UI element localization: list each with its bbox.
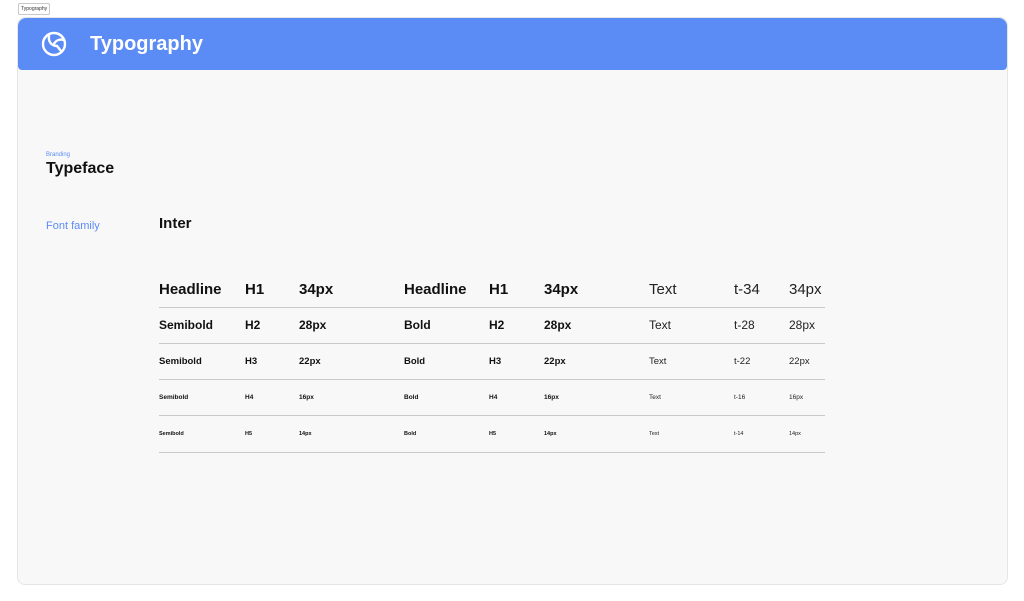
text-size: 34px [789,281,822,298]
section-title: Typeface [46,160,115,177]
page-title: Typography [90,33,203,55]
semibold-size: 34px [299,281,334,298]
type-row-h4: Semibold H4 16px Bold H4 16px Text t-16 … [159,380,825,416]
bold-level: H5 [489,431,497,437]
bold-style-name: Bold [404,431,417,437]
semibold-style-name: Semibold [159,318,214,332]
bold-size: 16px [544,394,559,401]
bold-level: H4 [489,394,498,401]
type-row-h1: Headline H1 34px Headline H1 34px Text t… [159,272,825,308]
semibold-size: 14px [299,431,312,437]
text-style-name: Text [649,394,661,401]
semibold-size: 16px [299,394,314,401]
text-size: 16px [789,394,804,401]
bold-level: H2 [489,318,505,332]
semibold-level: H4 [245,394,254,401]
leaf-in-circle-icon [41,31,67,57]
typography-canvas: Typography Branding Typeface Font family… [17,17,1008,585]
semibold-style-name: Headline [159,281,222,298]
semibold-level: H5 [245,431,253,437]
bold-level: H1 [489,281,509,298]
frame-name-tag[interactable]: Typography [18,3,51,15]
text-style-name: Text [649,318,672,332]
page-header: Typography [18,18,1007,70]
bold-style-name: Headline [404,281,467,298]
type-row-h2: Semibold H2 28px Bold H2 28px Text t-28 … [159,308,825,344]
bold-size: 34px [544,281,579,298]
text-style-name: Text [649,431,660,437]
semibold-size: 22px [299,356,321,367]
bold-level: H3 [489,356,502,367]
font-family-label: Font family [46,220,100,232]
text-style-name: Text [649,356,667,367]
text-token: t-28 [734,318,755,332]
bold-style-name: Bold [404,394,419,401]
type-row-h3: Semibold H3 22px Bold H3 22px Text t-22 … [159,344,825,380]
type-row-h5: Semibold H5 14px Bold H5 14px Text t-14 … [159,416,825,453]
bold-size: 28px [544,318,572,332]
semibold-level: H3 [245,356,258,367]
bold-size: 22px [544,356,566,367]
bold-style-name: Bold [404,318,431,332]
text-size: 22px [789,356,810,367]
text-token: t-16 [734,394,746,401]
bold-size: 14px [544,431,557,437]
bold-style-name: Bold [404,356,426,367]
text-size: 28px [789,318,816,332]
text-token: t-22 [734,356,751,367]
semibold-style-name: Semibold [159,431,184,437]
font-family-value: Inter [159,215,192,232]
section-eyebrow: Branding [46,152,71,158]
semibold-level: H1 [245,281,265,298]
semibold-size: 28px [299,318,327,332]
semibold-style-name: Semibold [159,394,189,401]
text-size: 14px [789,431,801,437]
type-scale-table: Headline H1 34px Headline H1 34px Text t… [159,272,825,453]
text-style-name: Text [649,281,677,298]
semibold-style-name: Semibold [159,356,202,367]
text-token: t-14 [734,431,744,437]
text-token: t-34 [734,281,760,298]
semibold-level: H2 [245,318,261,332]
